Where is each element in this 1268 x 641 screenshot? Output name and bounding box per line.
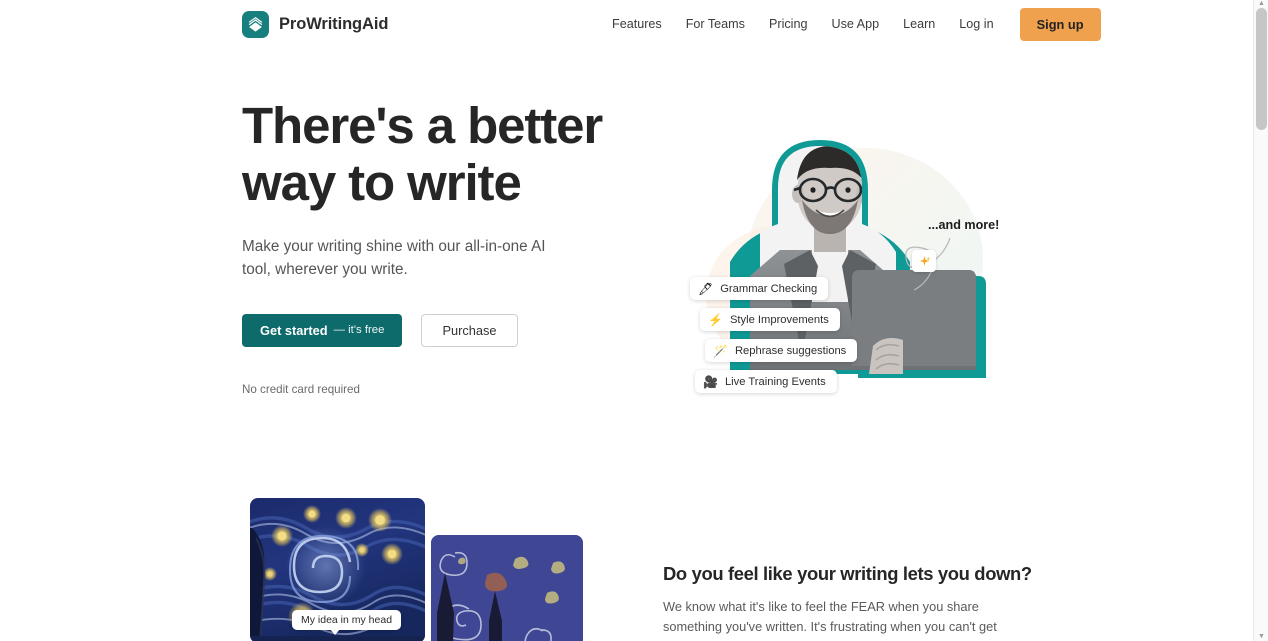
- page-scrollbar[interactable]: ▲ ▼: [1253, 0, 1268, 641]
- hero-illustration: ...and more! 🖋 Grammar Checking ⚡ Style …: [660, 110, 1010, 430]
- hero-title: There's a better way to write: [242, 97, 603, 211]
- main-navigation: Features For Teams Pricing Use App Learn…: [600, 7, 1101, 41]
- scroll-up-arrow-icon[interactable]: ▲: [1257, 0, 1266, 8]
- browser-page: ProWritingAid Features For Teams Pricing…: [0, 0, 1268, 641]
- artwork-collage: My idea in my head: [250, 498, 620, 641]
- get-started-button[interactable]: Get started — it's free: [242, 313, 403, 347]
- feature-chip-label: Rephrase suggestions: [734, 344, 847, 357]
- sparkles-icon: [912, 250, 936, 272]
- stacked-books-icon: [242, 10, 269, 38]
- section-two-copy: Do you feel like your writing lets you d…: [663, 563, 1032, 641]
- feature-chip: 🪄 Rephrase suggestions: [705, 339, 858, 362]
- lightning-bolt-icon: ⚡: [708, 312, 723, 327]
- feature-chip: ⚡ Style Improvements: [700, 308, 840, 331]
- nav-item-for-teams[interactable]: For Teams: [674, 11, 757, 37]
- pen-icon: 🖋: [698, 281, 714, 296]
- brand-name: ProWritingAid: [279, 14, 389, 33]
- and-more-label: ...and more!: [928, 218, 1000, 232]
- section-two-title: Do you feel like your writing lets you d…: [663, 563, 1032, 584]
- nav-item-learn[interactable]: Learn: [891, 11, 947, 37]
- hero-section: There's a better way to write Make your …: [0, 48, 1253, 468]
- section-two-body: We know what it's like to feel the FEAR …: [663, 599, 997, 641]
- idea-tooltip: My idea in my head: [292, 610, 402, 635]
- hero-cta-group: Get started — it's free Purchase: [242, 313, 642, 347]
- magic-wand-icon: 🪄: [713, 343, 728, 358]
- feature-chip-label: Live Training Events: [724, 375, 826, 388]
- nav-item-pricing[interactable]: Pricing: [757, 11, 820, 37]
- site-header: ProWritingAid Features For Teams Pricing…: [0, 0, 1253, 48]
- feature-chip: 🖋 Grammar Checking: [690, 277, 829, 300]
- sign-up-button[interactable]: Sign up: [1019, 7, 1101, 41]
- hero-copy: There's a better way to write Make your …: [242, 97, 642, 396]
- get-started-free-note: — it's free: [333, 324, 385, 337]
- nav-item-features[interactable]: Features: [600, 11, 674, 37]
- brand-logo-link[interactable]: ProWritingAid: [242, 10, 389, 38]
- writing-lets-you-down-section: My idea in my head Do you feel like your…: [0, 468, 1253, 641]
- crude-sketch-card: [431, 535, 583, 641]
- nav-item-log-in[interactable]: Log in: [947, 11, 1005, 37]
- get-started-label: Get started: [260, 322, 328, 338]
- scrollbar-thumb[interactable]: [1256, 8, 1267, 130]
- no-credit-card-note: No credit card required: [242, 382, 360, 396]
- scroll-down-arrow-icon[interactable]: ▼: [1257, 633, 1266, 641]
- nav-item-use-app[interactable]: Use App: [819, 11, 891, 37]
- feature-chip-label: Style Improvements: [729, 313, 829, 326]
- feature-chip-label: Grammar Checking: [720, 282, 818, 295]
- video-camera-icon: 🎥: [703, 374, 718, 389]
- feature-chip-list: 🖋 Grammar Checking ⚡ Style Improvements …: [690, 277, 858, 393]
- purchase-button[interactable]: Purchase: [421, 313, 518, 347]
- crude-starry-night-sketch: [431, 535, 583, 641]
- feature-chip: 🎥 Live Training Events: [695, 370, 837, 393]
- hero-subtitle: Make your writing shine with our all-in-…: [242, 238, 546, 279]
